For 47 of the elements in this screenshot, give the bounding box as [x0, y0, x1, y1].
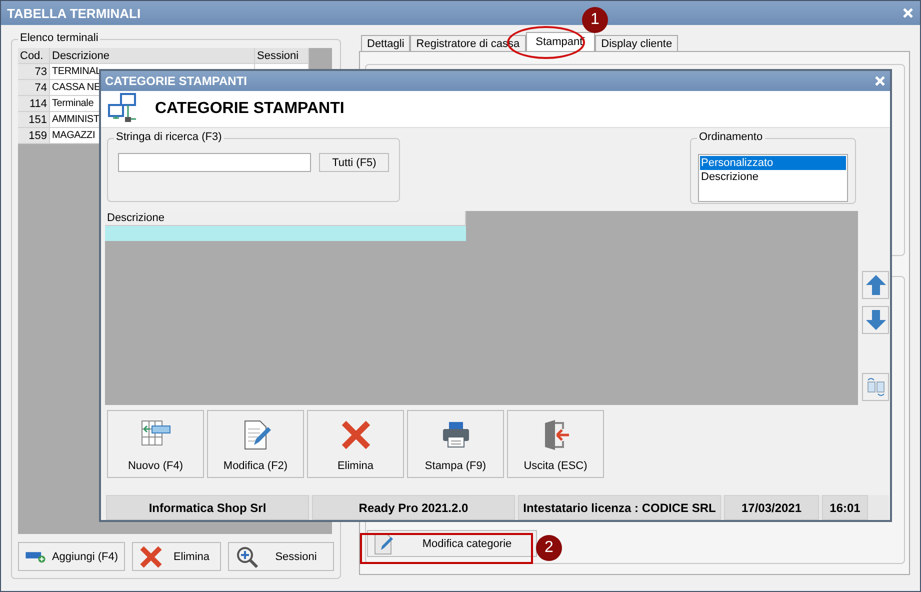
column-header[interactable]: Descrizione — [50, 48, 255, 64]
search-field[interactable] — [118, 153, 312, 172]
delete-button[interactable]: Elimina — [307, 410, 404, 478]
sessions-button[interactable]: Sessioni — [228, 542, 334, 571]
zoom-in-icon — [235, 544, 259, 568]
table-cell: 74 — [18, 80, 50, 96]
modify-categories-button[interactable]: Modifica categorie — [367, 530, 537, 557]
status-cell: Intestatario licenza : CODICE SRL — [518, 495, 721, 520]
table-cell: 151 — [18, 112, 50, 128]
swap-button[interactable] — [862, 373, 889, 402]
exit-button[interactable]: Uscita (ESC) — [507, 410, 604, 478]
edit-button[interactable]: Modifica (F2) — [207, 410, 304, 478]
table-cell: 159 — [18, 128, 50, 144]
list-item[interactable]: Descrizione — [700, 170, 846, 184]
printer-icon — [440, 419, 470, 450]
column-header[interactable]: Cod. — [18, 48, 50, 64]
tab[interactable]: Display cliente — [595, 35, 678, 51]
move-up-button[interactable] — [862, 271, 889, 300]
swap-pages-icon — [864, 377, 886, 398]
table-cell: 114 — [18, 96, 50, 112]
tab[interactable]: Dettagli — [361, 35, 410, 51]
x-icon — [139, 544, 163, 568]
close-icon[interactable] — [902, 7, 914, 19]
grid-row[interactable] — [105, 226, 466, 242]
add-button[interactable]: Aggiungi (F4) — [18, 542, 125, 571]
print-button[interactable]: Stampa (F9) — [407, 410, 504, 478]
column-header[interactable]: Sessioni — [255, 48, 309, 64]
close-icon[interactable] — [874, 74, 886, 87]
status-cell: Ready Pro 2021.2.0 — [312, 495, 515, 520]
group-label: Elenco terminali — [18, 32, 100, 44]
delete-button[interactable]: Elimina — [132, 542, 221, 571]
new-button[interactable]: Nuovo (F4) — [107, 410, 204, 478]
arrow-down-icon — [864, 309, 886, 332]
window-title: TABELLA TERMINALI — [7, 6, 141, 20]
arrow-up-icon — [864, 274, 886, 296]
status-cell: Informatica Shop Srl — [106, 495, 309, 520]
table-cell: 73 — [18, 64, 50, 80]
table-insert-icon — [140, 419, 172, 448]
move-down-button[interactable] — [862, 306, 889, 334]
list-item[interactable]: Personalizzato — [700, 156, 846, 170]
all-button[interactable]: Tutti (F5) — [319, 153, 389, 172]
group-label: Stringa di ricerca (F3) — [114, 131, 224, 144]
status-cell: 17/03/2021 — [724, 495, 819, 520]
status-cell: 16:01 — [822, 495, 868, 520]
column-header[interactable]: Descrizione — [105, 211, 466, 226]
group-label: Ordinamento — [697, 131, 765, 144]
x-icon — [340, 419, 372, 452]
